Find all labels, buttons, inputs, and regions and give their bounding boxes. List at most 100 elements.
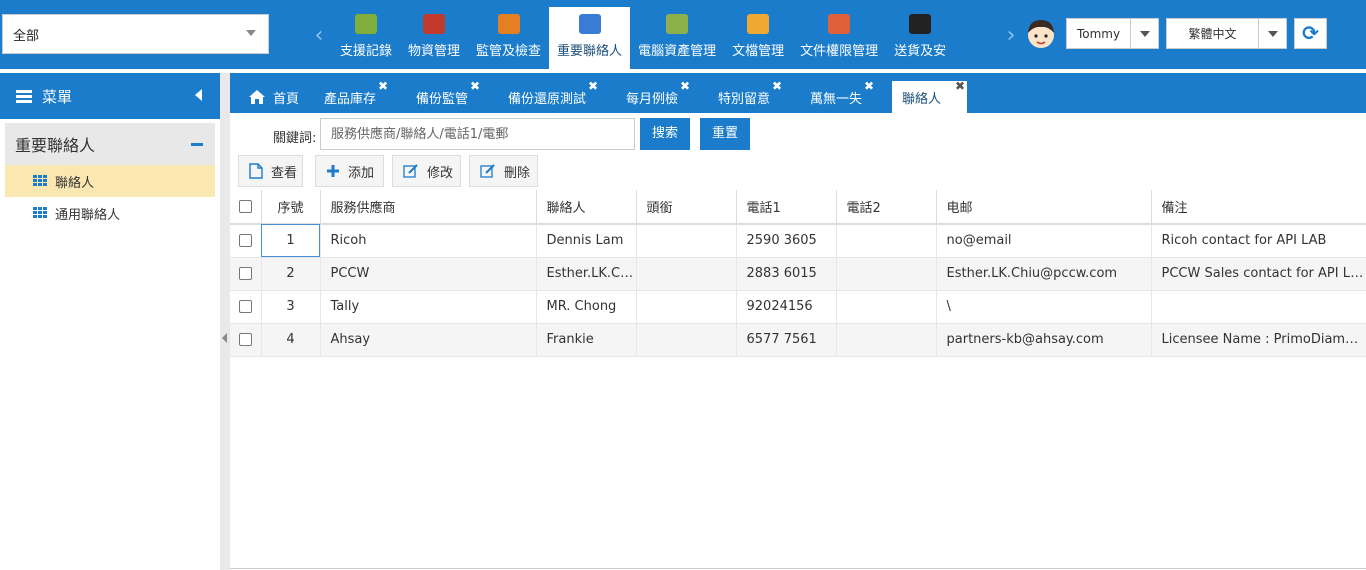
table-cell[interactable]: Licensee Name : PrimoDiamond	[1151, 323, 1366, 357]
nav-item[interactable]: 送貨及安	[886, 7, 954, 69]
sidebar-splitter[interactable]	[220, 73, 230, 570]
tab-inventory[interactable]: 產品庫存 ✖	[324, 79, 388, 113]
tab-label: 備份還原測試	[508, 91, 587, 107]
nav-next-icon[interactable]: ›	[1003, 24, 1019, 48]
edit-button[interactable]: 修改	[392, 155, 461, 187]
tab-home[interactable]: 首頁	[248, 81, 299, 113]
refresh-button[interactable]: ⟳	[1294, 18, 1327, 49]
table-cell[interactable]: no@email	[936, 224, 1152, 258]
table-cell[interactable]: 2	[261, 257, 321, 291]
table-cell[interactable]: 2883 6015	[736, 257, 837, 291]
close-icon[interactable]: ✖	[955, 79, 965, 93]
collapse-sidebar-icon[interactable]	[195, 89, 202, 101]
delete-button[interactable]: 刪除	[469, 155, 538, 187]
boxes-icon	[423, 14, 446, 34]
nav-item[interactable]: 監管及檢查	[468, 7, 549, 69]
reset-button[interactable]: 重置	[700, 118, 750, 150]
table-cell[interactable]	[836, 257, 937, 291]
table-cell[interactable]: partners-kb@ahsay.com	[936, 323, 1152, 357]
column-header[interactable]: 電話2	[836, 190, 937, 225]
sidebar-group[interactable]: 重要聯絡人	[5, 123, 215, 165]
nav-item[interactable]: 文檔管理	[724, 7, 792, 69]
table-cell[interactable]: Frankie	[536, 323, 637, 357]
user-dropdown[interactable]: Tommy	[1066, 18, 1159, 49]
tab-special-attention[interactable]: 特別留意 ✖	[718, 79, 782, 113]
close-icon[interactable]: ✖	[470, 79, 480, 93]
table-cell[interactable]: Esther.LK.Chiu	[536, 257, 637, 291]
column-header[interactable]: 聯絡人	[536, 190, 637, 225]
table-row[interactable]: 4 Ahsay Frankie 6577 7561 partners-kb@ahsay.…	[230, 323, 1366, 357]
nav-item[interactable]: 文件權限管理	[792, 7, 886, 69]
row-checkbox[interactable]	[230, 323, 262, 357]
table-cell[interactable]: 4	[261, 323, 321, 357]
table-cell[interactable]	[636, 290, 737, 324]
table-cell[interactable]	[636, 257, 737, 291]
sidebar-item-contacts[interactable]: 聯絡人	[5, 165, 215, 197]
close-icon[interactable]: ✖	[588, 79, 598, 93]
table-cell[interactable]: Esther.LK.Chiu@pccw.com	[936, 257, 1152, 291]
nav-item[interactable]: 支援記錄	[332, 7, 400, 69]
collapse-group-icon[interactable]	[191, 143, 203, 146]
row-checkbox[interactable]	[230, 290, 262, 324]
language-dropdown[interactable]: 繁體中文	[1166, 18, 1287, 49]
table-row[interactable]: 3 Tally MR. Chong 92024156 \	[230, 290, 1366, 324]
scope-select[interactable]: 全部	[2, 14, 269, 54]
column-header[interactable]: 電話1	[736, 190, 837, 225]
tab-failsafe[interactable]: 萬無一失 ✖	[810, 79, 874, 113]
table-cell[interactable]: Tally	[320, 290, 537, 324]
nav-item[interactable]: 物資管理	[400, 7, 468, 69]
close-icon[interactable]: ✖	[680, 79, 690, 93]
tab-backup-monitor[interactable]: 備份監管 ✖	[416, 79, 480, 113]
keyword-input[interactable]	[320, 118, 635, 150]
search-button[interactable]: 搜索	[640, 118, 690, 150]
table-cell[interactable]	[1151, 290, 1366, 324]
table-cell[interactable]: PCCW	[320, 257, 537, 291]
close-icon[interactable]: ✖	[772, 79, 782, 93]
language-value: 繁體中文	[1188, 27, 1237, 41]
chevron-down-icon[interactable]	[1130, 19, 1158, 48]
column-header[interactable]: 備注	[1151, 190, 1366, 225]
row-checkbox[interactable]	[230, 257, 262, 291]
add-button[interactable]: 添加	[315, 155, 384, 187]
nav-prev-icon[interactable]: ‹	[311, 24, 327, 48]
sidebar-item-general-contacts[interactable]: 通用聯絡人	[5, 197, 215, 229]
table-cell[interactable]: 1	[261, 224, 321, 258]
table-cell[interactable]: Ricoh contact for API LAB	[1151, 224, 1366, 258]
view-button[interactable]: 查看	[238, 155, 303, 187]
table-cell[interactable]: \	[936, 290, 1152, 324]
tab-backup-restore-test[interactable]: 備份還原測試 ✖	[508, 79, 598, 113]
chevron-down-icon[interactable]	[1258, 19, 1286, 48]
select-all-checkbox[interactable]	[230, 190, 262, 225]
table-cell[interactable]: MR. Chong	[536, 290, 637, 324]
avatar[interactable]	[1024, 16, 1058, 50]
table-cell[interactable]	[636, 323, 737, 357]
nav-item-label: 重要聯絡人	[557, 44, 623, 59]
nav-item[interactable]: 重要聯絡人	[549, 7, 631, 69]
table-cell[interactable]: PCCW Sales contact for API LAB	[1151, 257, 1366, 291]
table-cell[interactable]: Ahsay	[320, 323, 537, 357]
column-header[interactable]: 序號	[261, 190, 321, 225]
nav-item[interactable]: 電腦資產管理	[630, 7, 724, 69]
column-header[interactable]: 电邮	[936, 190, 1152, 225]
table-cell[interactable]: Dennis Lam	[536, 224, 637, 258]
table-cell[interactable]: Ricoh	[320, 224, 537, 258]
refresh-icon: ⟳	[1302, 21, 1319, 45]
table-cell[interactable]	[836, 224, 937, 258]
table-cell[interactable]	[836, 290, 937, 324]
collapse-arrow-icon[interactable]	[222, 333, 227, 343]
table-row[interactable]: 1 Ricoh Dennis Lam 2590 3605 no@email Ricoh c…	[230, 224, 1366, 258]
table-row[interactable]: 2 PCCW Esther.LK.Chiu 2883 6015 Esther.LK.Ch…	[230, 257, 1366, 291]
close-icon[interactable]: ✖	[864, 79, 874, 93]
table-cell[interactable]: 2590 3605	[736, 224, 837, 258]
table-cell[interactable]: 92024156	[736, 290, 837, 324]
table-cell[interactable]	[836, 323, 937, 357]
table-cell[interactable]: 3	[261, 290, 321, 324]
tab-monthly-check[interactable]: 每月例檢 ✖	[626, 79, 690, 113]
column-header[interactable]: 服務供應商	[320, 190, 537, 225]
close-icon[interactable]: ✖	[378, 79, 388, 93]
tab-contacts[interactable]: 聯絡人 ✖	[892, 79, 967, 113]
table-cell[interactable]: 6577 7561	[736, 323, 837, 357]
table-cell[interactable]	[636, 224, 737, 258]
row-checkbox[interactable]	[230, 224, 262, 258]
column-header[interactable]: 頭銜	[636, 190, 737, 225]
